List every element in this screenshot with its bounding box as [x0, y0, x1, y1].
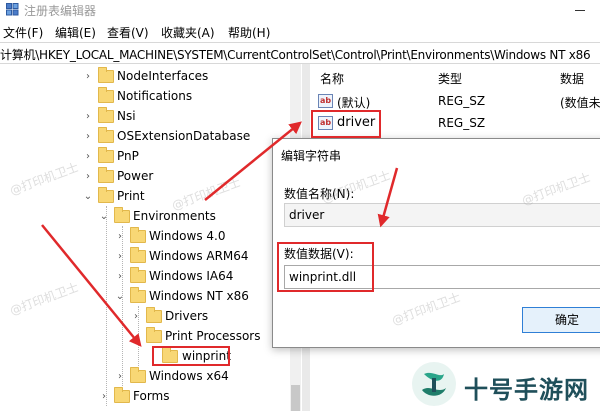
tree-item[interactable]: › Windows IA64: [0, 267, 290, 287]
menu-bar: 文件(F) 编辑(E) 查看(V) 收藏夹(A) 帮助(H): [0, 20, 600, 42]
tree-item-label: NodeInterfaces: [117, 69, 209, 83]
folder-icon: [98, 147, 114, 163]
folder-icon: [98, 127, 114, 143]
folder-icon: [98, 107, 114, 123]
tree-item-label: Windows ARM64: [149, 249, 249, 263]
title-bar: 注册表编辑器: [0, 0, 600, 20]
tree-item-label: Power: [117, 169, 154, 183]
chevron-right-icon[interactable]: ›: [83, 111, 93, 123]
folder-open-icon: [146, 327, 162, 343]
value-type: REG_SZ: [438, 94, 486, 108]
menu-favorites[interactable]: 收藏夹(A): [161, 24, 215, 41]
chevron-right-icon[interactable]: ›: [131, 311, 141, 323]
value-name: (默认): [337, 96, 371, 110]
folder-icon: [114, 387, 130, 403]
folder-icon: [130, 367, 146, 383]
tree-item[interactable]: ⌄ Print Processors: [0, 327, 290, 347]
folder-open-icon: [130, 287, 146, 303]
window-title: 注册表编辑器: [24, 4, 97, 18]
tree-item[interactable]: Notifications: [0, 87, 290, 107]
tree-item[interactable]: › PnP: [0, 147, 290, 167]
tree-item-label: Nsi: [117, 109, 136, 123]
tree-item-label: Windows IA64: [149, 269, 234, 283]
tree-item-selected[interactable]: winprint: [0, 347, 290, 367]
chevron-right-icon[interactable]: ›: [115, 251, 125, 263]
string-value-icon: ab: [318, 94, 333, 108]
column-header-name[interactable]: 名称: [320, 70, 344, 87]
tree-item[interactable]: › NodeInterfaces: [0, 67, 290, 87]
brand-logo-icon: [412, 362, 456, 406]
tree-item[interactable]: › Windows 4.0: [0, 227, 290, 247]
chevron-right-icon[interactable]: ›: [83, 171, 93, 183]
chevron-down-icon[interactable]: ⌄: [131, 331, 141, 343]
tree-item-label: Print: [117, 189, 145, 203]
tree-item-label: Forms: [133, 389, 170, 403]
tree-item-label: Drivers: [165, 309, 209, 323]
tree-item-label: Windows 4.0: [149, 229, 226, 243]
menu-file[interactable]: 文件(F): [3, 24, 43, 41]
chevron-down-icon[interactable]: ⌄: [115, 291, 125, 303]
dialog-title: 编辑字符串: [281, 149, 342, 163]
column-header-type[interactable]: 类型: [438, 70, 462, 87]
tree-item[interactable]: ⌄ Environments: [0, 207, 290, 227]
value-data: (数值未: [560, 96, 600, 110]
folder-icon: [146, 307, 162, 323]
folder-open-icon: [114, 207, 130, 223]
folder-open-icon: [98, 187, 114, 203]
tree-scrollbar-thumb[interactable]: [291, 385, 300, 411]
value-type: REG_SZ: [438, 116, 486, 130]
highlight-data-field: [277, 242, 374, 292]
chevron-right-icon[interactable]: ›: [83, 131, 93, 143]
tree-item-label: Windows NT x86: [149, 289, 249, 303]
tree-item[interactable]: › Windows ARM64: [0, 247, 290, 267]
folder-icon: [130, 227, 146, 243]
tree-item[interactable]: › Windows x64: [0, 367, 290, 387]
highlight-winprint-key: [152, 346, 230, 366]
value-name-field[interactable]: driver: [284, 203, 600, 227]
chevron-right-icon[interactable]: ›: [115, 271, 125, 283]
minimize-button[interactable]: [565, 2, 595, 18]
chevron-right-icon[interactable]: ›: [99, 391, 109, 403]
tree-item-label: Notifications: [117, 89, 193, 103]
tree-item[interactable]: › OSExtensionDatabase: [0, 127, 290, 147]
menu-help[interactable]: 帮助(H): [228, 24, 270, 41]
folder-icon: [130, 247, 146, 263]
chevron-right-icon[interactable]: ›: [115, 231, 125, 243]
tree-item-label: Windows x64: [149, 369, 229, 383]
menu-edit[interactable]: 编辑(E): [55, 24, 96, 41]
value-row[interactable]: ab (默认) REG_SZ (数值未: [310, 91, 600, 111]
chevron-right-icon[interactable]: ›: [115, 371, 125, 383]
folder-icon: [98, 167, 114, 183]
tree-item[interactable]: › Forms: [0, 387, 290, 407]
chevron-down-icon[interactable]: ⌄: [83, 191, 93, 203]
tree-item-label: OSExtensionDatabase: [117, 129, 251, 143]
highlight-driver-value: [311, 110, 381, 138]
tree-item[interactable]: › Drivers: [0, 307, 290, 327]
brand-name: 十号手游网: [464, 376, 589, 404]
registry-editor-icon: [6, 3, 19, 16]
folder-icon: [98, 67, 114, 83]
chevron-right-icon[interactable]: ›: [83, 71, 93, 83]
chevron-down-icon[interactable]: ⌄: [99, 211, 109, 223]
column-header-data[interactable]: 数据: [560, 70, 584, 87]
tree-item-label: Print Processors: [165, 329, 261, 343]
tree-item[interactable]: ⌄ Print: [0, 187, 290, 207]
tree-item-label: PnP: [117, 149, 139, 163]
folder-icon: [98, 87, 114, 103]
menu-view[interactable]: 查看(V): [107, 24, 149, 41]
folder-icon: [130, 267, 146, 283]
address-bar[interactable]: 计算机\HKEY_LOCAL_MACHINE\SYSTEM\CurrentCon…: [0, 42, 600, 64]
key-tree[interactable]: › NodeInterfaces Notifications › Nsi › O…: [0, 64, 302, 411]
chevron-right-icon[interactable]: ›: [83, 151, 93, 163]
address-path: 计算机\HKEY_LOCAL_MACHINE\SYSTEM\CurrentCon…: [0, 48, 591, 62]
tree-item[interactable]: › Nsi: [0, 107, 290, 127]
brand-watermark: 十号手游网: [410, 360, 600, 408]
ok-button[interactable]: 确定: [522, 307, 600, 333]
